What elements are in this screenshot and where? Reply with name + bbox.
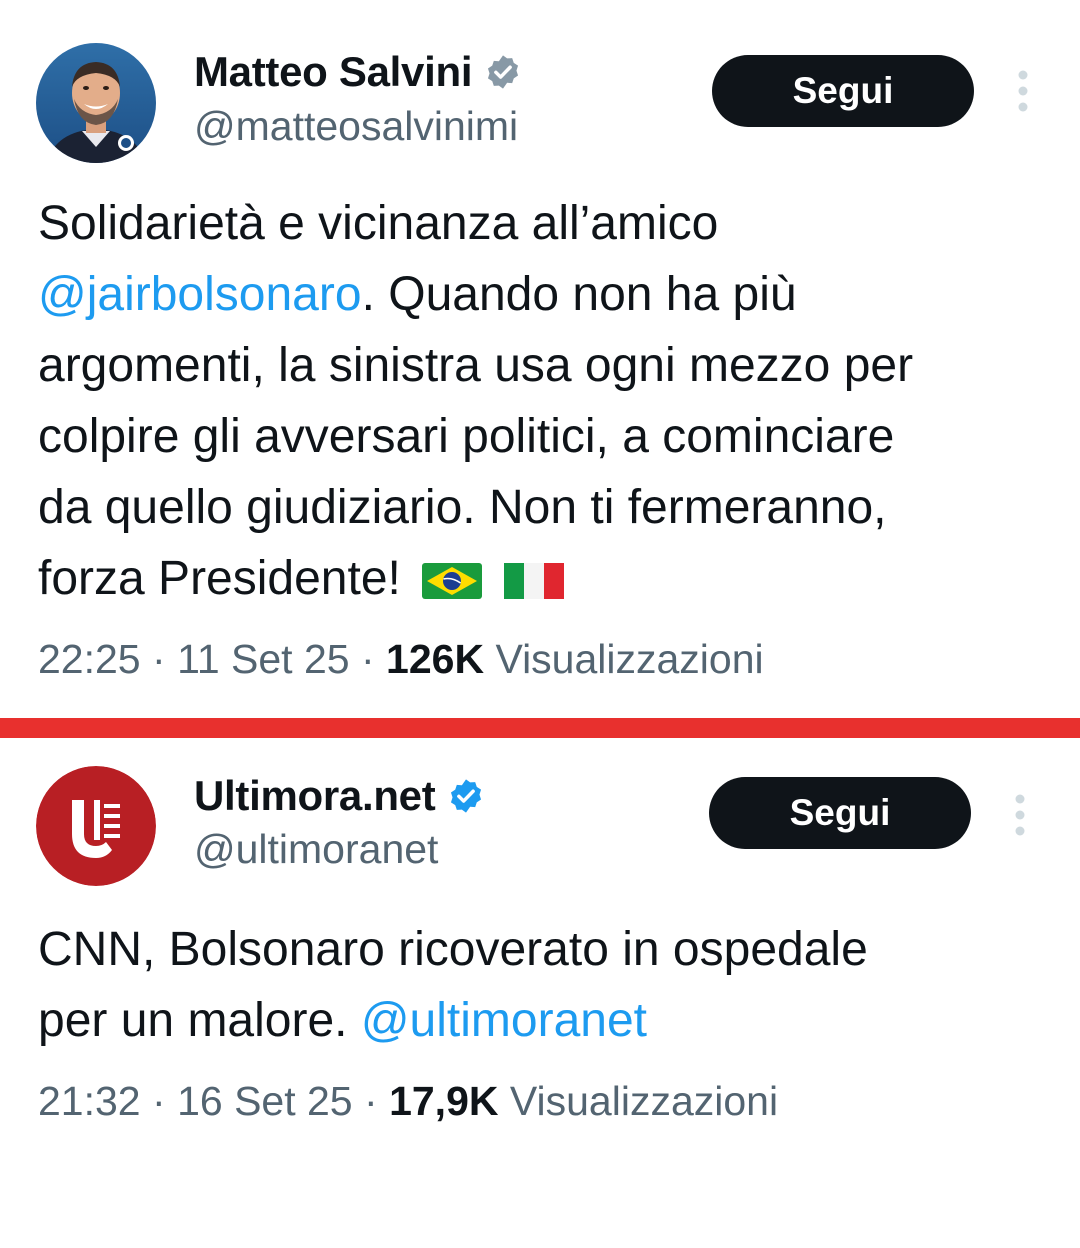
author-name[interactable]: Ultimora.net <box>194 772 436 820</box>
mention-link[interactable]: @ultimoranet <box>361 994 647 1047</box>
tweet-text: CNN, Bolsonaro ricoverato in ospedale pe… <box>38 914 1058 1056</box>
text-line: da quello giudiziario. Non ti fermeranno… <box>38 481 887 534</box>
text-line: CNN, Bolsonaro ricoverato in ospedale <box>38 923 868 976</box>
avatar[interactable] <box>36 766 156 886</box>
text-line: forza Presidente! <box>38 543 1058 614</box>
views-label: Visualizzazioni <box>495 636 764 682</box>
verified-badge-icon <box>488 55 519 89</box>
meta-dot: · <box>152 1078 166 1124</box>
text-line: argomenti, la sinistra usa ogni mezzo pe… <box>38 339 914 392</box>
author-name-row: Matteo Salvini <box>194 48 522 96</box>
tweet-date[interactable]: 11 Set 25 <box>177 636 350 682</box>
ultimora-logo-icon <box>36 766 156 886</box>
text-line: @jairbolsonaro. Quando non ha più <box>38 268 797 321</box>
tweet-date[interactable]: 16 Set 25 <box>177 1078 353 1124</box>
brazil-flag-icon <box>422 563 483 600</box>
tweet-meta: 22:25 · 11 Set 25 · 126K Visualizzazioni <box>38 636 764 683</box>
text-line: colpire gli avversari politici, a cominc… <box>38 410 895 463</box>
tweet-text: Solidarietà e vicinanza all’amico @jairb… <box>38 188 1058 614</box>
author-handle[interactable]: @ultimoranet <box>194 826 438 873</box>
views-count: 17,9K <box>389 1078 499 1124</box>
follow-button[interactable]: Segui <box>709 777 971 849</box>
avatar-photo-icon <box>36 43 156 163</box>
more-options-icon[interactable] <box>1013 793 1027 837</box>
tweet-card[interactable]: Ultimora.net @ultimoranet Segui CNN, Bol… <box>0 738 1080 1248</box>
text-line: Solidarietà e vicinanza all’amico <box>38 197 719 250</box>
text-line: per un malore. @ultimoranet <box>38 994 647 1047</box>
views-count: 126K <box>386 636 485 682</box>
meta-dot: · <box>360 636 375 682</box>
verified-badge-icon <box>451 779 482 813</box>
mention-link[interactable]: @jairbolsonaro <box>38 268 362 321</box>
tweet-card[interactable]: Matteo Salvini @matteosalvinimi Segui So… <box>0 0 1080 718</box>
avatar[interactable] <box>36 43 156 163</box>
author-name-row: Ultimora.net <box>194 772 485 820</box>
author-handle[interactable]: @matteosalvinimi <box>194 103 518 150</box>
tweet-time[interactable]: 22:25 <box>38 636 141 682</box>
tweet-meta: 21:32 · 16 Set 25 · 17,9K Visualizzazion… <box>38 1078 778 1125</box>
author-name[interactable]: Matteo Salvini <box>194 48 473 96</box>
views-label: Visualizzazioni <box>509 1078 779 1124</box>
tweet-time[interactable]: 21:32 <box>38 1078 141 1124</box>
italy-flag-icon <box>503 563 564 600</box>
meta-dot: · <box>364 1078 378 1124</box>
red-separator <box>0 718 1080 738</box>
more-options-icon[interactable] <box>1016 69 1030 113</box>
meta-dot: · <box>152 636 166 682</box>
follow-button[interactable]: Segui <box>712 55 974 127</box>
